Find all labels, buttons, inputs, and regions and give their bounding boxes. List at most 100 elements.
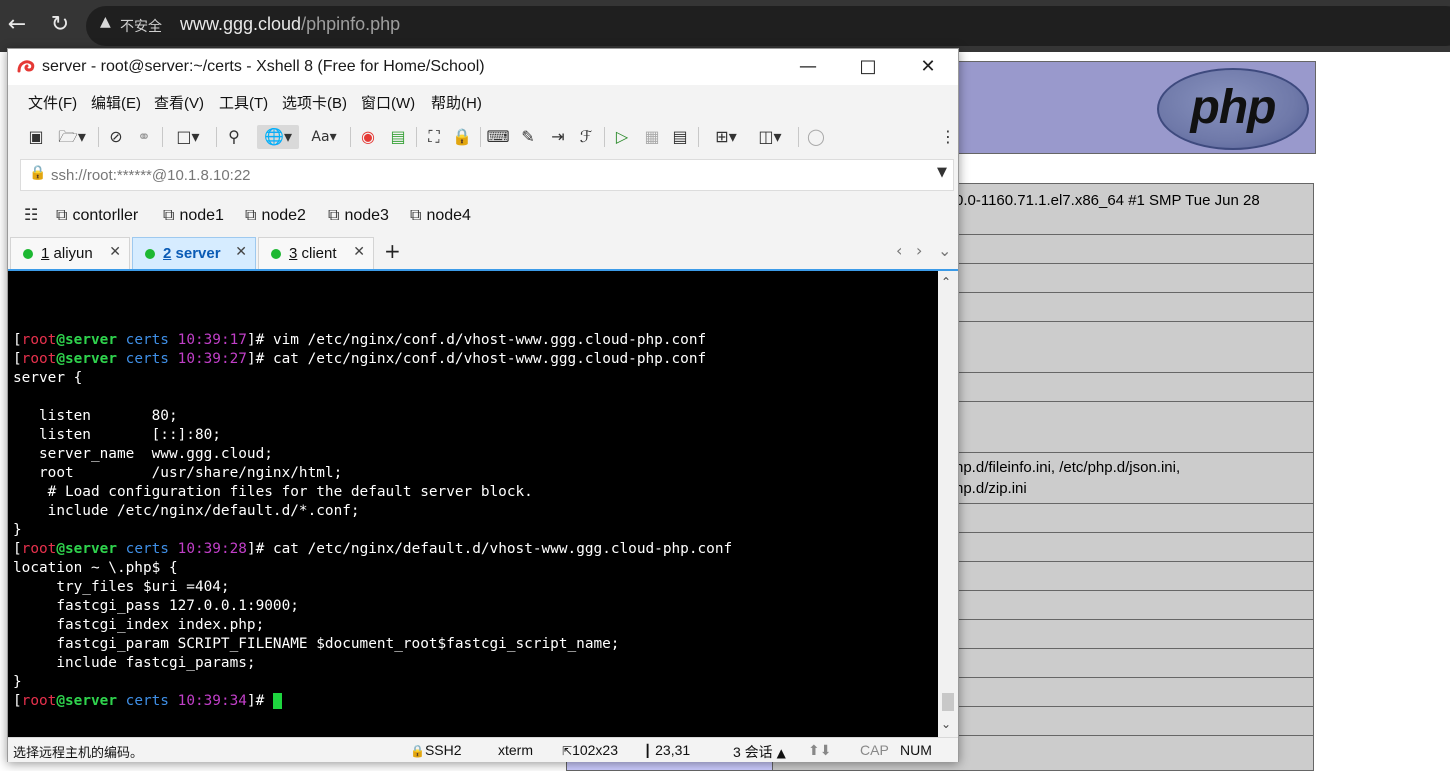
new-session-icon[interactable]: ▣ bbox=[24, 125, 48, 149]
system-value: 0.0-1160.71.1.el7.x86_64 #1 SMP Tue Jun … bbox=[955, 192, 1260, 209]
chevron-down-icon[interactable]: ⌄ bbox=[938, 241, 951, 260]
prompt-line: [root@server certs 10:39:17]# vim /etc/n… bbox=[13, 332, 707, 348]
ini-files-line1: hp.d/fileinfo.ini, /etc/php.d/json.ini, bbox=[955, 459, 1181, 476]
menu-window[interactable]: 窗口(W) bbox=[361, 92, 415, 113]
add-tab-icon[interactable]: + bbox=[384, 239, 401, 263]
session-tabs: 1 aliyun ✕ 2 server ✕ 3 client ✕ + ‹ › ⌄ bbox=[8, 235, 958, 271]
scroll-down-icon[interactable]: ⌄ bbox=[941, 717, 951, 731]
xshell-window: server - root@server:~/certs - Xshell 8 … bbox=[7, 48, 959, 762]
url-host: www.ggg.cloud bbox=[180, 14, 302, 34]
status-dot bbox=[145, 249, 155, 259]
scroll-up-icon[interactable]: ⌃ bbox=[941, 275, 951, 289]
reconnect-icon[interactable]: ⚭ bbox=[132, 125, 156, 149]
maximize-icon[interactable]: □ bbox=[838, 49, 898, 85]
add-icon[interactable]: ⊞▾ bbox=[706, 125, 746, 149]
terminal-cursor bbox=[272, 693, 282, 709]
url-path: /phpinfo.php bbox=[301, 14, 401, 34]
properties-icon[interactable]: □▾ bbox=[168, 125, 208, 149]
font-icon[interactable]: Aa▾ bbox=[304, 125, 344, 149]
chevron-left-icon[interactable]: ‹ bbox=[896, 241, 902, 260]
session-count[interactable]: 3 会话 ▲ bbox=[733, 742, 786, 762]
output-line: } bbox=[13, 674, 22, 690]
external-link-icon: ⧉ bbox=[163, 205, 175, 224]
status-bar: 选择远程主机的编码。 🔒SSH2 xterm ⇱102x23 ┃ 23,31 3… bbox=[8, 737, 958, 762]
arrow-left-icon[interactable]: ← bbox=[2, 10, 32, 40]
num-lock-indicator: NUM bbox=[900, 742, 932, 758]
search-icon[interactable]: ⚲ bbox=[222, 125, 246, 149]
menu-bar: 文件(F) 编辑(E) 查看(V) 工具(T) 选项卡(B) 窗口(W) 帮助(… bbox=[8, 87, 958, 115]
send-icon[interactable]: ⇥ bbox=[546, 125, 570, 149]
link-node1[interactable]: ⧉ node1 bbox=[163, 205, 224, 225]
output-line: root /usr/share/nginx/html; bbox=[13, 465, 343, 481]
tab-client[interactable]: 3 client ✕ bbox=[258, 237, 374, 269]
output-line: fastcgi_index index.php; bbox=[13, 617, 265, 633]
compose-icon[interactable]: ▤ bbox=[668, 125, 692, 149]
address-bar[interactable]: 🔒 ssh://root:******@10.1.8.10:22 ▼ bbox=[20, 159, 954, 191]
xftp-icon[interactable]: ▤ bbox=[386, 125, 410, 149]
prompt-line: [root@server certs 10:39:27]# cat /etc/n… bbox=[13, 351, 707, 367]
terminal-scrollbar[interactable]: ⌃ ⌄ bbox=[938, 271, 958, 737]
menu-view[interactable]: 查看(V) bbox=[154, 92, 204, 113]
link-contorller[interactable]: ⧉ contorller bbox=[56, 205, 138, 225]
terminal[interactable]: [root@server certs 10:39:17]# vim /etc/n… bbox=[8, 271, 938, 737]
chevron-right-icon[interactable]: › bbox=[916, 241, 922, 260]
menu-tools[interactable]: 工具(T) bbox=[219, 92, 268, 113]
output-line: include fastcgi_params; bbox=[13, 655, 256, 671]
disconnect-icon[interactable]: ⊘ bbox=[104, 125, 128, 149]
close-icon[interactable]: ✕ bbox=[898, 49, 958, 85]
status-dot bbox=[23, 249, 33, 259]
more-icon[interactable]: ⋮ bbox=[940, 125, 956, 149]
output-line: server_name www.ggg.cloud; bbox=[13, 446, 273, 462]
tab-server[interactable]: 2 server ✕ bbox=[132, 237, 256, 269]
link-node4[interactable]: ⧉ node4 bbox=[410, 205, 471, 225]
fullscreen-icon[interactable]: ⛶ bbox=[422, 125, 446, 149]
link-bar-menu-icon[interactable]: ☷ bbox=[24, 205, 43, 225]
xshell-icon[interactable]: ◉ bbox=[356, 125, 380, 149]
layout-icon[interactable]: ◫▾ bbox=[750, 125, 790, 149]
lock-icon[interactable]: 🔒 bbox=[450, 125, 474, 149]
security-warning-label[interactable]: 不安全 bbox=[120, 16, 162, 36]
resize-icon: ⇱ bbox=[562, 744, 573, 758]
output-line: } bbox=[13, 522, 22, 538]
scrollbar-thumb[interactable] bbox=[942, 693, 954, 711]
globe-icon[interactable]: 🌐▾ bbox=[257, 125, 299, 149]
menu-tab[interactable]: 选项卡(B) bbox=[282, 92, 347, 113]
address-input[interactable]: ssh://root:******@10.1.8.10:22 bbox=[51, 167, 251, 184]
chevron-up-icon: ▲ bbox=[776, 746, 786, 760]
warning-icon[interactable]: ▲ bbox=[100, 14, 111, 30]
output-line: ​ bbox=[13, 388, 732, 407]
link-node2[interactable]: ⧉ node2 bbox=[245, 205, 306, 225]
close-tab-icon[interactable]: ✕ bbox=[109, 244, 121, 260]
status-dot bbox=[271, 249, 281, 259]
stop-icon[interactable]: ▦ bbox=[640, 125, 664, 149]
reload-icon[interactable]: ↻ bbox=[45, 10, 75, 40]
minimize-icon[interactable]: — bbox=[778, 49, 838, 85]
menu-file[interactable]: 文件(F) bbox=[28, 92, 77, 113]
menu-help[interactable]: 帮助(H) bbox=[431, 92, 482, 113]
status-hint: 选择远程主机的编码。 bbox=[13, 745, 144, 760]
tab-aliyun[interactable]: 1 aliyun ✕ bbox=[10, 237, 130, 269]
lock-icon: 🔒 bbox=[410, 744, 425, 758]
chat-icon[interactable]: ◯ bbox=[804, 125, 828, 149]
highlight-icon[interactable]: ✎ bbox=[516, 125, 540, 149]
php-logo: php bbox=[1157, 68, 1309, 150]
external-link-icon: ⧉ bbox=[410, 205, 422, 224]
open-folder-icon[interactable]: 🗁▾ bbox=[52, 125, 92, 149]
link-node3[interactable]: ⧉ node3 bbox=[328, 205, 389, 225]
menu-edit[interactable]: 编辑(E) bbox=[91, 92, 141, 113]
output-line: fastcgi_pass 127.0.0.1:9000; bbox=[13, 598, 299, 614]
cursor-position: ┃ 23,31 bbox=[644, 742, 691, 758]
external-link-icon: ⧉ bbox=[328, 205, 340, 224]
ini-files-line2: hp.d/zip.ini bbox=[955, 480, 1027, 497]
url-text[interactable]: www.ggg.cloud/phpinfo.php bbox=[180, 14, 400, 35]
record-icon[interactable]: ▷ bbox=[610, 125, 634, 149]
title-bar[interactable]: server - root@server:~/certs - Xshell 8 … bbox=[8, 49, 958, 85]
close-tab-icon[interactable]: ✕ bbox=[235, 244, 247, 260]
keyboard-icon[interactable]: ⌨ bbox=[486, 125, 510, 149]
output-line: listen 80; bbox=[13, 408, 178, 424]
chevron-down-icon[interactable]: ▼ bbox=[937, 165, 947, 180]
links-bar: ☷ ⧉ contorller ⧉ node1 ⧉ node2 ⧉ node3 ⧉ node… bbox=[8, 199, 958, 229]
script-icon[interactable]: ℱ bbox=[574, 125, 598, 149]
terminal-type: xterm bbox=[498, 742, 533, 758]
close-tab-icon[interactable]: ✕ bbox=[353, 244, 365, 260]
